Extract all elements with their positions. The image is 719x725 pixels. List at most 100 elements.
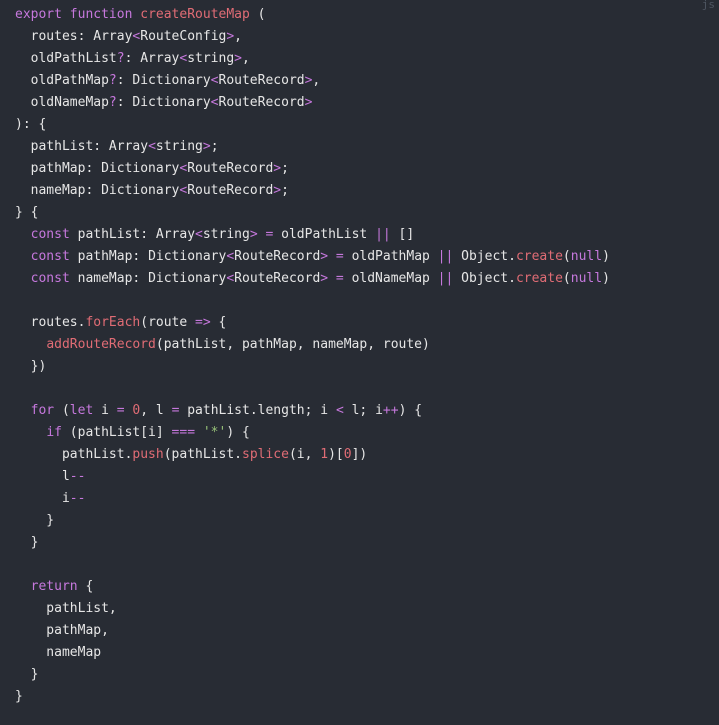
code-token: (pathList. <box>163 447 242 462</box>
code-token: ( <box>562 249 571 264</box>
code-token: < <box>226 271 235 286</box>
code-token: oldNameMap <box>15 95 109 110</box>
code-token: : Array <box>124 51 180 66</box>
code-token: < <box>210 73 219 88</box>
code-line: pathMap: Dictionary<RouteRecord>; <box>15 158 610 180</box>
code-line: nameMap: Dictionary<RouteRecord>; <box>15 180 610 202</box>
code-token: => <box>195 315 211 330</box>
code-line: for (let i = 0, l = pathList.length; i <… <box>15 400 610 422</box>
code-token: 1 <box>320 447 329 462</box>
code-token: oldPathMap <box>15 73 109 88</box>
code-token: const <box>30 227 78 242</box>
code-line: const pathMap: Dictionary<RouteRecord> =… <box>15 246 610 268</box>
code-line: addRouteRecord(pathList, pathMap, nameMa… <box>15 334 610 356</box>
code-token: i <box>93 403 117 418</box>
code-token: string <box>202 227 250 242</box>
code-token: , <box>242 51 250 66</box>
code-token: = <box>116 403 125 418</box>
code-token: < <box>226 249 235 264</box>
code-line: oldPathList?: Array<string>, <box>15 48 610 70</box>
code-line: } <box>15 686 610 708</box>
code-token: > <box>234 51 242 66</box>
code-token: : Dictionary <box>116 95 211 110</box>
code-token: < <box>210 95 219 110</box>
code-token: oldNameMap <box>343 271 438 286</box>
code-token: -- <box>69 491 86 506</box>
code-line: i-- <box>15 488 610 510</box>
code-line: const nameMap: Dictionary<RouteRecord> =… <box>15 268 610 290</box>
code-token: Array <box>93 29 133 44</box>
code-token: ; <box>281 183 289 198</box>
code-token: if <box>46 425 62 440</box>
code-token: } <box>15 535 39 550</box>
code-token: (pathList, pathMap, nameMap, route) <box>155 337 430 352</box>
code-token: || <box>437 249 454 264</box>
code-token: pathMap: Dictionary <box>77 249 227 264</box>
code-token: = <box>335 249 344 264</box>
code-token: { <box>210 315 227 330</box>
code-token: routes <box>15 29 78 44</box>
code-token: ; <box>210 139 219 154</box>
code-line: pathList: Array<string>; <box>15 136 610 158</box>
code-token: , l <box>140 403 172 418</box>
code-token: || <box>375 227 391 242</box>
code-token: )[ <box>328 447 344 462</box>
code-token: : <box>77 29 94 44</box>
code-token: string <box>187 51 235 66</box>
code-token: ? <box>108 73 117 88</box>
code-token: addRouteRecord <box>46 337 156 352</box>
code-token: ? <box>108 95 117 110</box>
code-token: create <box>515 271 563 286</box>
code-line: l-- <box>15 466 610 488</box>
code-line: } <box>15 510 610 532</box>
code-line: routes.forEach(route => { <box>15 312 610 334</box>
code-token: const <box>30 249 78 264</box>
code-token: }) <box>15 359 47 374</box>
code-token: } <box>15 667 39 682</box>
code-token: export <box>15 7 70 22</box>
code-token: l <box>15 469 70 484</box>
code-token: > <box>320 271 329 286</box>
code-token: } { <box>15 205 39 220</box>
code-token: < <box>335 403 344 418</box>
code-token: const <box>30 271 78 286</box>
code-token: 0 <box>343 447 352 462</box>
code-line: const pathList: Array<string> = oldPathL… <box>15 224 610 246</box>
language-label: js <box>701 0 715 11</box>
code-token: > <box>249 227 258 242</box>
code-line: } <box>15 664 610 686</box>
code-token: pathMap, <box>15 623 109 638</box>
code-token: string <box>155 139 203 154</box>
code-content: export function createRouteMap ( routes:… <box>15 4 610 708</box>
code-token: oldPathMap <box>343 249 438 264</box>
code-token: ) { <box>226 425 250 440</box>
code-token: '*' <box>202 425 227 440</box>
code-token: === <box>171 425 196 440</box>
code-token: < <box>195 227 203 242</box>
code-token: forEach <box>85 315 141 330</box>
code-token: let <box>69 403 94 418</box>
code-token: RouteRecord <box>187 161 274 176</box>
code-line: oldPathMap?: Dictionary<RouteRecord>, <box>15 70 610 92</box>
code-token: nameMap: Dictionary <box>15 183 180 198</box>
code-token: (route <box>140 315 196 330</box>
code-token: push <box>132 447 164 462</box>
code-token: pathList: Array <box>77 227 196 242</box>
code-token: l; i <box>343 403 383 418</box>
code-token: createRouteMap <box>140 7 250 22</box>
code-token: > <box>320 249 329 264</box>
code-token: pathList: Array <box>15 139 149 154</box>
code-token: for <box>30 403 55 418</box>
code-token: ++ <box>382 403 399 418</box>
code-token: (pathList[i] <box>61 425 172 440</box>
code-token: null <box>570 249 603 264</box>
code-token: RouteConfig <box>140 29 227 44</box>
code-token: ? <box>116 51 125 66</box>
code-token: splice <box>242 447 289 462</box>
